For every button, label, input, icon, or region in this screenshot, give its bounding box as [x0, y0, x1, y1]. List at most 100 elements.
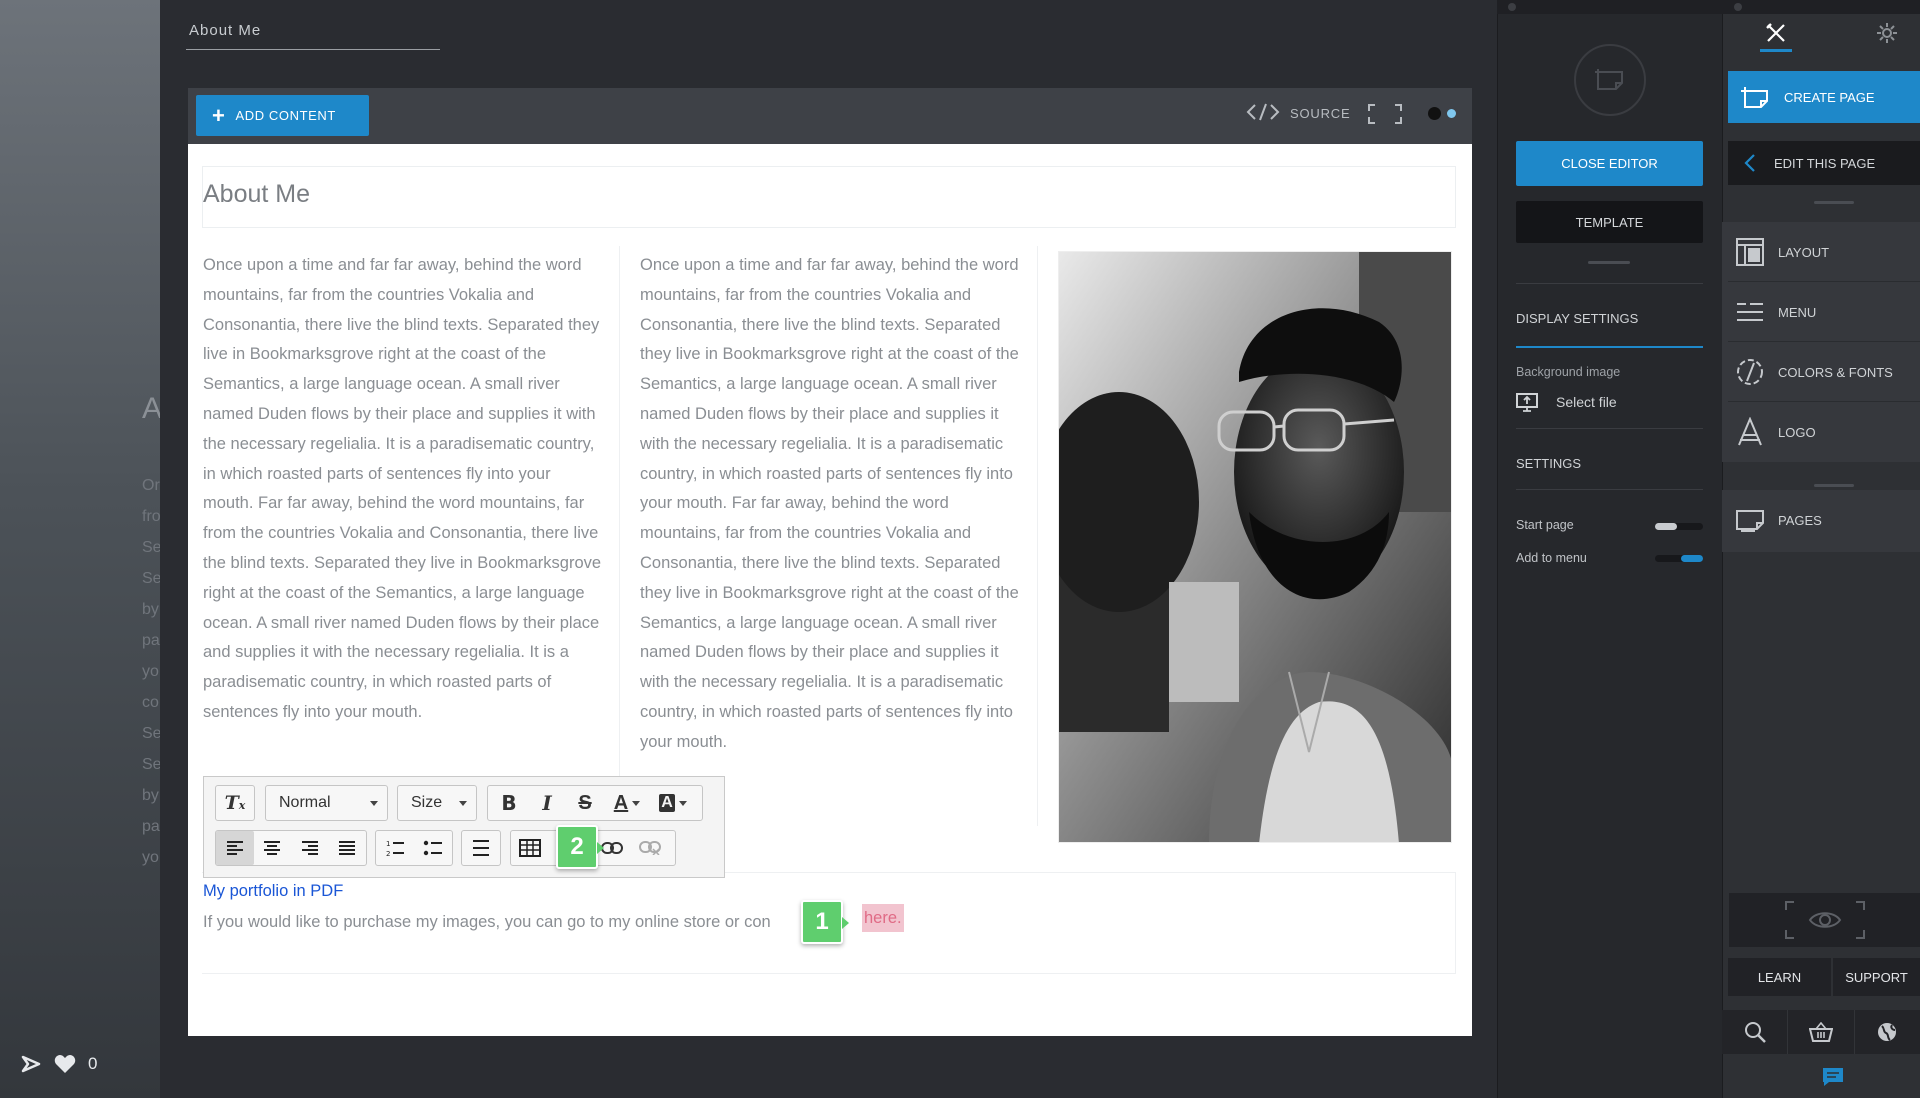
chevron-down-icon	[678, 800, 687, 806]
format-value: Normal	[279, 794, 331, 811]
heart-icon[interactable]	[54, 1054, 76, 1074]
table-button[interactable]	[511, 831, 549, 865]
edit-this-page-button[interactable]: EDIT THIS PAGE	[1728, 141, 1920, 185]
source-label: SOURCE	[1290, 106, 1351, 121]
share-icon[interactable]	[20, 1053, 42, 1075]
background-color-icon: A	[659, 794, 675, 812]
format-dropdown[interactable]: Normal	[265, 785, 388, 821]
view-toggle[interactable]	[1428, 107, 1458, 120]
page-title-field[interactable]: About Me	[186, 20, 440, 50]
ghost-lines: Or fro Se Se by pa yo co Se Se by pa yo	[142, 470, 162, 873]
add-content-label: ADD CONTENT	[235, 108, 336, 123]
template-button[interactable]: TEMPLATE	[1516, 201, 1703, 243]
ghost-line: yo	[142, 663, 159, 680]
view-dot-dark[interactable]	[1428, 107, 1441, 120]
menu-item-layout[interactable]: LAYOUT	[1736, 222, 1920, 282]
panel-divider	[1516, 489, 1703, 490]
ghost-line: pa	[142, 818, 160, 835]
portfolio-link[interactable]: My portfolio in PDF	[203, 882, 343, 901]
size-dropdown[interactable]: Size	[397, 785, 477, 821]
menu-item-logo[interactable]: LOGO	[1736, 402, 1920, 462]
learn-button[interactable]: LEARN	[1728, 958, 1831, 996]
content-heading[interactable]: About Me	[203, 180, 310, 209]
select-file-button[interactable]: Select file	[1516, 392, 1617, 412]
portrait-photo[interactable]	[1058, 251, 1452, 843]
add-to-menu-toggle[interactable]	[1655, 555, 1703, 562]
panel-handle-icon	[1734, 3, 1742, 11]
column-2-text[interactable]: Once upon a time and far far away, behin…	[640, 251, 1022, 758]
add-to-menu-label: Add to menu	[1516, 551, 1587, 565]
fullscreen-icon[interactable]	[1368, 104, 1402, 129]
display-settings-underline	[1516, 346, 1703, 348]
panel-handle-icon	[1508, 3, 1516, 11]
numbered-list-button[interactable]: 12	[376, 831, 414, 865]
app-root: A Or fro Se Se by pa yo co Se Se by pa yo 0 About Me…	[0, 0, 1920, 1098]
logo-label: LOGO	[1778, 424, 1816, 440]
remove-format-button[interactable]: Tx	[215, 785, 255, 821]
search-button[interactable]	[1722, 1010, 1789, 1054]
background-color-button[interactable]: A	[650, 786, 696, 820]
menu-label: MENU	[1778, 304, 1817, 320]
unlink-button[interactable]	[631, 831, 669, 865]
display-settings-heading[interactable]: DISPLAY SETTINGS	[1516, 311, 1703, 326]
logo-icon	[1738, 417, 1762, 446]
align-justify-button[interactable]	[329, 831, 367, 865]
heading-block[interactable]	[202, 166, 1456, 228]
code-icon	[1246, 102, 1280, 125]
toggle-knob	[1655, 523, 1677, 530]
strikethrough-button[interactable]: S	[566, 786, 604, 820]
start-page-label: Start page	[1516, 518, 1574, 532]
bullet-list-button[interactable]	[414, 831, 452, 865]
pages-label: PAGES	[1778, 512, 1822, 528]
eye-icon	[1784, 901, 1865, 939]
bottom-toolbar	[1722, 1010, 1920, 1054]
support-button[interactable]: SUPPORT	[1833, 958, 1920, 996]
colors-fonts-label: COLORS & FONTS	[1778, 364, 1893, 380]
globe-icon	[1878, 1023, 1897, 1041]
monitor-upload-icon	[1516, 393, 1538, 412]
purchase-paragraph[interactable]: If you would like to purchase my images,…	[203, 913, 771, 932]
tab-settings[interactable]	[1876, 22, 1898, 49]
menu-item-pages[interactable]: PAGES	[1736, 490, 1920, 550]
bold-button[interactable]: B	[490, 786, 528, 820]
ghost-line: Se	[142, 725, 162, 742]
view-dot-light[interactable]	[1445, 107, 1458, 120]
settings-heading: SETTINGS	[1516, 456, 1582, 471]
align-left-button[interactable]	[216, 831, 254, 865]
gear-icon	[1877, 23, 1897, 43]
create-page-button[interactable]: CREATE PAGE	[1728, 71, 1920, 123]
font-color-button[interactable]: A	[604, 786, 650, 820]
step-badge-1: 1	[801, 900, 849, 944]
close-editor-button[interactable]: CLOSE EDITOR	[1516, 141, 1703, 186]
align-left-icon	[226, 841, 243, 855]
italic-button[interactable]: I	[528, 786, 566, 820]
align-right-button[interactable]	[291, 831, 329, 865]
menu-lines-icon	[1737, 303, 1763, 321]
bullet-list-icon	[423, 840, 442, 856]
align-right-icon	[301, 841, 318, 855]
panel-header-strip	[1497, 0, 1722, 14]
start-page-toggle[interactable]	[1655, 523, 1703, 530]
social-bar: 0	[20, 1053, 97, 1075]
source-button[interactable]: SOURCE	[1246, 102, 1350, 125]
pages-icon	[1736, 510, 1764, 532]
horizontal-rule-button[interactable]	[461, 830, 501, 866]
align-center-button[interactable]	[254, 831, 292, 865]
panel-divider	[1814, 201, 1854, 204]
menu-item-colors-fonts[interactable]: COLORS & FONTS	[1736, 342, 1920, 402]
preview-button[interactable]	[1729, 893, 1920, 947]
globe-button[interactable]	[1855, 1010, 1920, 1054]
chat-icon[interactable]	[1821, 1066, 1845, 1093]
menu-item-menu[interactable]: MENU	[1736, 282, 1920, 342]
shop-button[interactable]	[1788, 1010, 1855, 1054]
step-badge-2: 2	[556, 825, 604, 869]
select-file-label: Select file	[1556, 394, 1617, 410]
column-1-text[interactable]: Once upon a time and far far away, behin…	[203, 251, 603, 728]
svg-text:2: 2	[386, 850, 390, 857]
edit-this-page-label: EDIT THIS PAGE	[1774, 155, 1876, 171]
selected-here-link[interactable]: here.	[862, 904, 904, 932]
add-content-button[interactable]: + ADD CONTENT	[196, 95, 369, 136]
tab-tools[interactable]	[1760, 22, 1792, 52]
ghost-line: Se	[142, 756, 162, 773]
background-image-label: Background image	[1516, 365, 1621, 379]
